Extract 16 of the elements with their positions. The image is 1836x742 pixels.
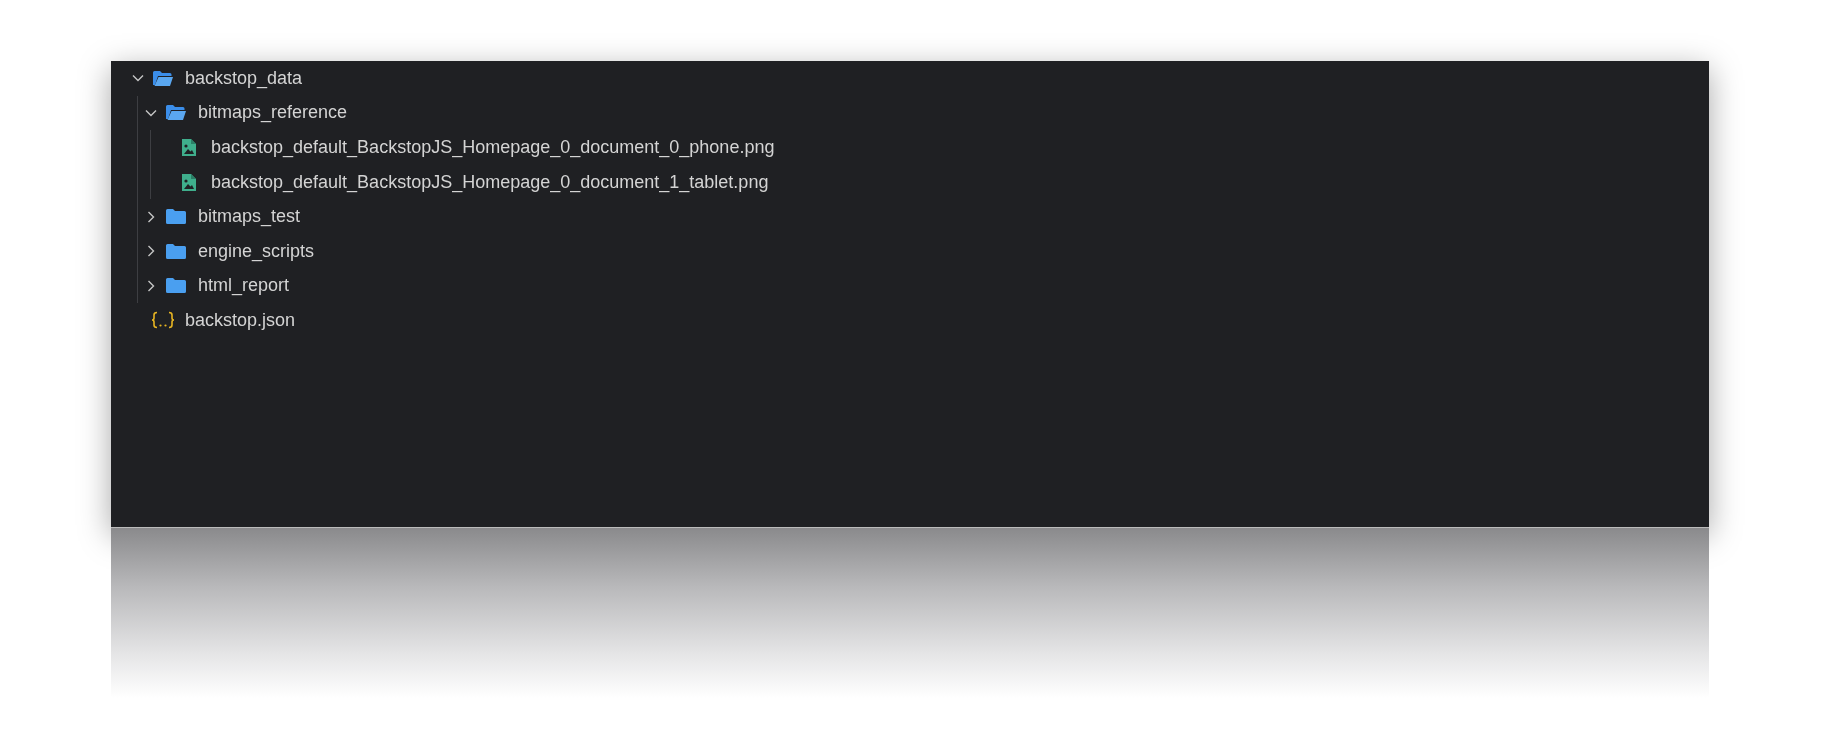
folder-icon xyxy=(165,277,187,295)
file-name[interactable]: backstop.json xyxy=(185,309,296,331)
open-folder-icon xyxy=(152,69,174,87)
folder-name[interactable]: bitmaps_reference xyxy=(198,102,348,124)
image-file-icon xyxy=(181,138,197,157)
folder-name[interactable]: engine_scripts xyxy=(198,240,315,262)
folder-icon xyxy=(165,208,187,226)
open-folder-icon xyxy=(165,104,187,122)
folder-name[interactable]: bitmaps_test xyxy=(198,206,301,228)
braces-icon xyxy=(151,311,175,330)
file-name[interactable]: backstop_default_BackstopJS_Homepage_0_document_0_phone.png xyxy=(211,137,775,158)
folder-icon xyxy=(165,242,187,260)
folder-name[interactable]: html_report xyxy=(198,275,290,297)
file-name[interactable]: backstop_default_BackstopJS_Homepage_0_document_1_tablet.png xyxy=(211,171,769,193)
folder-name[interactable]: backstop_data xyxy=(185,67,303,89)
image-file-icon xyxy=(181,172,197,192)
